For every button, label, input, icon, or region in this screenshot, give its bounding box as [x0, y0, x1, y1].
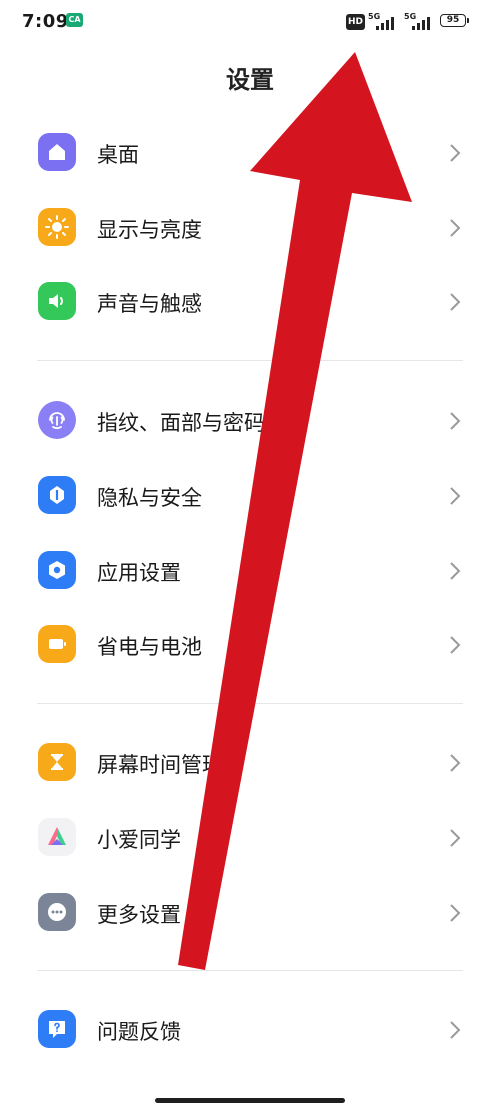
settings-item-label: 指纹、面部与密码	[97, 411, 265, 435]
chevron-right-icon	[450, 754, 461, 772]
chevron-right-icon	[450, 144, 461, 162]
battery-indicator: 95	[440, 14, 469, 27]
section-divider	[37, 970, 463, 971]
chevron-right-icon	[450, 1021, 461, 1039]
settings-item-fingerprint-face-password[interactable]: 指纹、面部与密码	[0, 383, 500, 457]
chevron-right-icon	[450, 219, 461, 237]
section-divider	[37, 703, 463, 704]
home-indicator[interactable]	[155, 1098, 345, 1103]
chevron-right-icon	[450, 293, 461, 311]
settings-item-label: 隐私与安全	[97, 486, 202, 510]
settings-item-label: 问题反馈	[97, 1020, 181, 1044]
settings-item-label: 应用设置	[97, 561, 181, 585]
chevron-right-icon	[450, 412, 461, 430]
settings-item-label: 省电与电池	[97, 635, 202, 659]
more-dots-icon	[38, 893, 76, 931]
settings-item-label: 更多设置	[97, 903, 181, 927]
settings-item-xiaoai-assistant[interactable]: 小爱同学	[0, 800, 500, 874]
settings-item-label: 小爱同学	[97, 828, 181, 852]
hexagon-settings-icon	[38, 551, 76, 589]
feedback-icon	[38, 1010, 76, 1048]
settings-item-power-battery[interactable]: 省电与电池	[0, 607, 500, 681]
settings-item-label: 桌面	[97, 143, 139, 167]
settings-item-feedback[interactable]: 问题反馈	[0, 992, 500, 1066]
hd-voice-badge: HD	[346, 14, 365, 30]
settings-item-label: 屏幕时间管理	[97, 753, 223, 777]
chevron-right-icon	[450, 487, 461, 505]
sun-icon	[38, 208, 76, 246]
section-divider	[37, 360, 463, 361]
settings-item-privacy-security[interactable]: 隐私与安全	[0, 458, 500, 532]
settings-item-desktop[interactable]: 桌面	[0, 115, 500, 189]
settings-item-more-settings[interactable]: 更多设置	[0, 875, 500, 949]
hourglass-icon	[38, 743, 76, 781]
settings-item-display-brightness[interactable]: 显示与亮度	[0, 190, 500, 264]
chevron-right-icon	[450, 636, 461, 654]
xiaoai-icon	[38, 818, 76, 856]
settings-item-sound-haptics[interactable]: 声音与触感	[0, 264, 500, 338]
fingerprint-icon	[38, 401, 76, 439]
settings-item-label: 显示与亮度	[97, 218, 202, 242]
chevron-right-icon	[450, 829, 461, 847]
privacy-shield-icon	[38, 476, 76, 514]
app-notification-badge: CA	[66, 13, 83, 27]
status-time: 7:09	[22, 11, 69, 32]
chevron-right-icon	[450, 562, 461, 580]
home-icon	[38, 133, 76, 171]
page-title: 设置	[226, 66, 274, 94]
settings-item-app-settings[interactable]: 应用设置	[0, 533, 500, 607]
settings-item-label: 声音与触感	[97, 292, 202, 316]
battery-icon	[38, 625, 76, 663]
chevron-right-icon	[450, 904, 461, 922]
status-bar: 7:09 CA HD 5G 5G 95	[0, 0, 500, 44]
settings-item-screen-time[interactable]: 屏幕时间管理	[0, 725, 500, 799]
speaker-icon	[38, 282, 76, 320]
